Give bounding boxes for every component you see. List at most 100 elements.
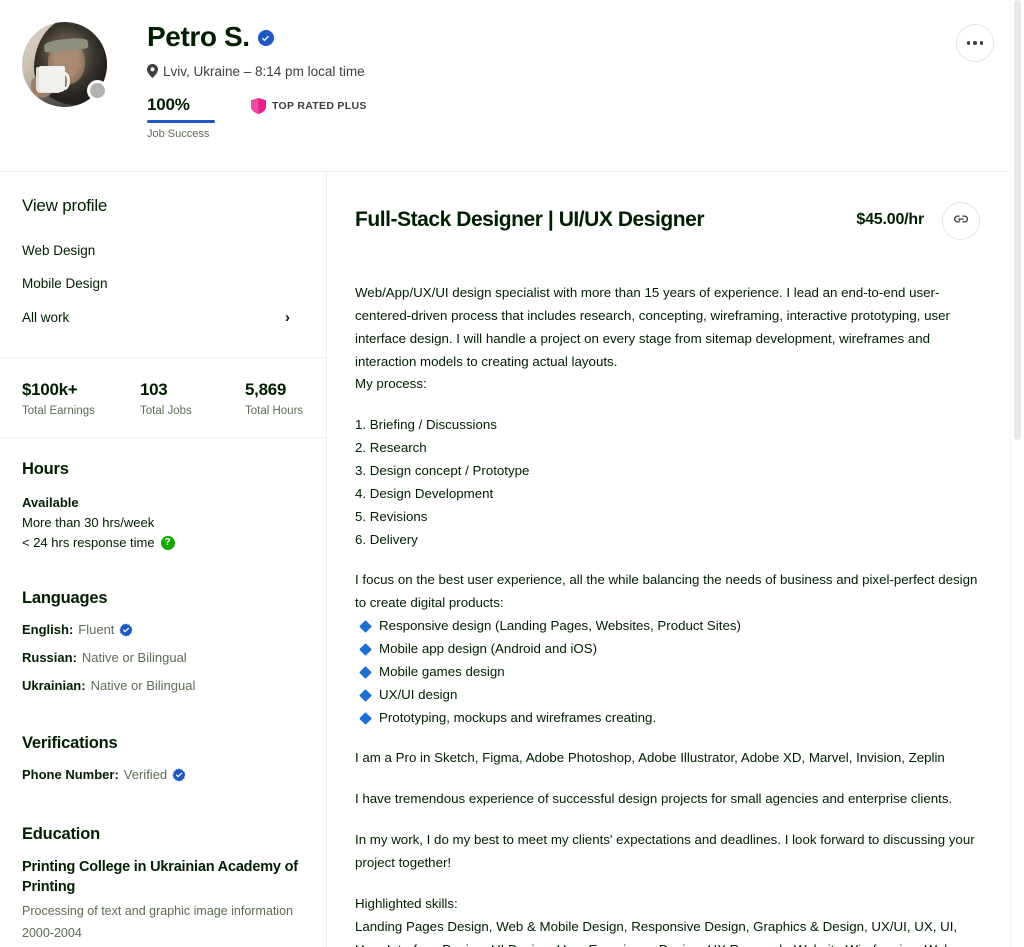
figure-value: 5,869 (245, 380, 287, 399)
shield-badge-icon (251, 97, 266, 114)
verification-value: Verified (123, 767, 168, 783)
top-rated-plus-label: TOP RATED PLUS (272, 99, 367, 112)
scrollbar-thumb[interactable] (1014, 0, 1021, 440)
sidebar-item-web-design[interactable]: Web Design (22, 234, 304, 267)
process-step-4: 4. Design Development (355, 485, 494, 501)
view-profile-heading: View profile (22, 196, 108, 215)
profile-page: Petro S. Lviv, Ukraine – 8:14 pm local t… (0, 0, 1024, 947)
verifications-heading: Verifications (22, 734, 118, 753)
sidebar-figures-section: $100k+ Total Earnings 103 Total Jobs 5,8… (0, 358, 326, 438)
copy-link-button[interactable] (942, 202, 980, 240)
languages-section: Languages English: Fluent Russian: Nativ… (0, 559, 326, 712)
list-item: Mobile app design (Android and iOS) (355, 638, 980, 661)
sidebar-item-all-work[interactable]: All work › (22, 300, 304, 335)
languages-heading: Languages (22, 589, 108, 608)
figure-value: $100k+ (22, 380, 78, 399)
verification-name: Phone Number: (22, 767, 119, 783)
experience-paragraph: I have tremendous experience of successf… (355, 791, 953, 807)
job-success-label: Job Success (147, 127, 210, 140)
avatar-wrapper (22, 22, 108, 107)
hours-section: Hours Available More than 30 hrs/week < … (0, 438, 326, 559)
ellipsis-icon-dot-2 (973, 41, 977, 45)
verified-check-icon (257, 30, 274, 47)
job-success-percent: 100% (147, 94, 190, 114)
page-title: Full-Stack Designer | UI/UX Designer (355, 208, 705, 231)
hourly-rate: $45.00/hr (856, 211, 924, 228)
figure-total-earnings: $100k+ Total Earnings (22, 380, 140, 417)
language-name: English: (22, 622, 74, 638)
diamond-bullet-icon (359, 711, 372, 725)
job-success-block: 100% Job Success (147, 95, 217, 140)
question-mark-icon[interactable]: ? (160, 536, 175, 551)
process-heading: My process: (355, 376, 427, 392)
diamond-bullet-icon (359, 688, 372, 702)
skills-list: Landing Pages Design, Web & Mobile Desig… (355, 918, 958, 947)
verifications-section: Verifications Phone Number: Verified (0, 712, 326, 801)
education-years: 2000-2004 (22, 925, 82, 940)
education-section: Education Printing College in Ukrainian … (0, 801, 326, 947)
page-scrollbar[interactable] (1010, 0, 1024, 947)
figure-label: Total Hours (245, 405, 304, 417)
bullet-text: Prototyping, mockups and wireframes crea… (379, 709, 657, 725)
verified-check-icon (172, 768, 186, 782)
list-item: Responsive design (Landing Pages, Websit… (355, 615, 980, 638)
location-pin-icon (147, 64, 158, 79)
sidebar-nav-section: View profile Web Design Mobile Design Al… (0, 172, 326, 358)
language-russian: Russian: Native or Bilingual (22, 650, 304, 665)
language-name: Russian: (22, 650, 77, 666)
tools-paragraph: I am a Pro in Sketch, Figma, Adobe Photo… (355, 750, 945, 766)
bullet-text: UX/UI design (379, 686, 458, 702)
ellipsis-icon-dot-1 (966, 41, 971, 45)
sidebar-item-label: All work (22, 310, 70, 325)
profile-body: View profile Web Design Mobile Design Al… (0, 172, 1024, 947)
sidebar-item-label: Web Design (22, 243, 96, 258)
profile-name: Petro S. (147, 21, 250, 52)
verified-check-icon (119, 623, 133, 637)
process-step-5: 5. Revisions (355, 508, 428, 524)
verification-phone-number: Phone Number: Verified (22, 767, 304, 782)
hours-heading: Hours (22, 460, 69, 478)
language-name: Ukrainian: (22, 678, 86, 694)
skills-heading: Highlighted skills: (355, 895, 458, 911)
availability-status-dot (87, 80, 108, 101)
sidebar-item-label: Mobile Design (22, 276, 108, 291)
chevron-right-icon: › (285, 309, 290, 326)
location-row: Lviv, Ukraine – 8:14 pm local time (147, 64, 367, 79)
process-step-2: 2. Research (355, 440, 427, 456)
education-heading: Education (22, 825, 100, 844)
language-level: Native or Bilingual (81, 650, 187, 666)
diamond-bullet-icon (359, 643, 372, 656)
name-row: Petro S. (147, 21, 367, 53)
figure-total-jobs: 103 Total Jobs (140, 380, 245, 417)
profile-header: Petro S. Lviv, Ukraine – 8:14 pm local t… (0, 0, 1024, 172)
hours-per-week-text: More than 30 hrs/week (22, 515, 155, 531)
figure-label: Total Earnings (22, 405, 95, 417)
process-step-1: 1. Briefing / Discussions (355, 417, 497, 433)
top-rated-plus-badge: TOP RATED PLUS (251, 97, 367, 114)
list-item: UX/UI design (355, 684, 980, 707)
language-level: Fluent (78, 622, 115, 638)
figure-value: 103 (140, 380, 168, 399)
more-options-button[interactable] (956, 24, 994, 62)
sidebar-nav-list: Web Design Mobile Design All work › (22, 234, 304, 335)
process-step-3: 3. Design concept / Prototype (355, 463, 530, 479)
avatar-mug (39, 66, 70, 92)
location-text: Lviv, Ukraine – 8:14 pm local time (163, 63, 365, 79)
education-school: Printing College in Ukrainian Academy of… (22, 859, 298, 895)
list-item: Mobile games design (355, 661, 980, 684)
sidebar-item-mobile-design[interactable]: Mobile Design (22, 267, 304, 300)
bullet-text: Responsive design (Landing Pages, Websit… (379, 618, 741, 634)
language-english: English: Fluent (22, 622, 304, 637)
hours-available: Available (22, 495, 79, 510)
list-item: Prototyping, mockups and wireframes crea… (355, 707, 980, 730)
bullet-text: Mobile app design (Android and iOS) (379, 641, 598, 657)
hours-response-time: < 24 hrs response time ? (22, 533, 304, 553)
hours-response-time-text: < 24 hrs response time (22, 535, 155, 551)
education-degree: Processing of text and graphic image inf… (22, 903, 293, 918)
profile-header-main: Petro S. Lviv, Ukraine – 8:14 pm local t… (107, 18, 367, 171)
